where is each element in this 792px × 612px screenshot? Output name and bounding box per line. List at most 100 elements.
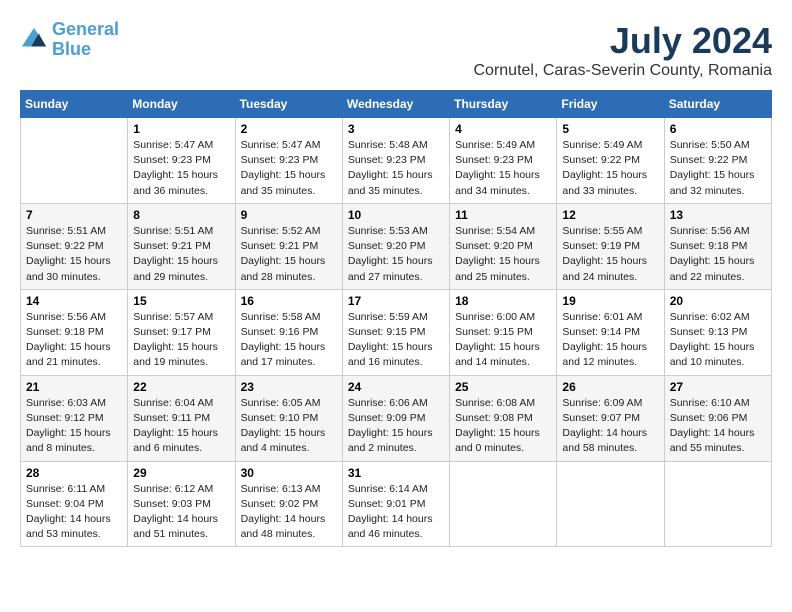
calendar-cell: 1 Sunrise: 5:47 AMSunset: 9:23 PMDaylight… (128, 118, 235, 204)
calendar-cell: 19Sunrise: 6:01 AMSunset: 9:14 PMDayligh… (557, 289, 664, 375)
day-info: Sunrise: 6:06 AMSunset: 9:09 PMDaylight:… (348, 396, 444, 457)
day-info: Sunrise: 6:13 AMSunset: 9:02 PMDaylight:… (241, 482, 337, 543)
calendar-cell: 27 Sunrise: 6:10 AMSunset: 9:06 PMDayligh… (664, 375, 771, 461)
day-info: Sunrise: 5:47 AMSunset: 9:23 PMDaylight:… (133, 138, 229, 199)
calendar-week-row: 14 Sunrise: 5:56 AMSunset: 9:18 PMDayligh… (21, 289, 772, 375)
calendar-table: SundayMondayTuesdayWednesdayThursdayFrid… (20, 90, 772, 547)
day-info: Sunrise: 5:51 AMSunset: 9:22 PMDaylight:… (26, 224, 122, 285)
logo-icon (20, 26, 48, 54)
day-info: Sunrise: 5:54 AMSunset: 9:20 PMDaylight:… (455, 224, 551, 285)
day-number: 29 (133, 466, 229, 480)
weekday-header: Tuesday (235, 91, 342, 118)
day-number: 5 (562, 122, 658, 136)
calendar-cell: 6 Sunrise: 5:50 AMSunset: 9:22 PMDaylight… (664, 118, 771, 204)
calendar-cell: 14 Sunrise: 5:56 AMSunset: 9:18 PMDayligh… (21, 289, 128, 375)
day-info: Sunrise: 6:03 AMSunset: 9:12 PMDaylight:… (26, 396, 122, 457)
calendar-week-row: 28 Sunrise: 6:11 AMSunset: 9:04 PMDayligh… (21, 461, 772, 547)
weekday-header: Saturday (664, 91, 771, 118)
calendar-cell: 24 Sunrise: 6:06 AMSunset: 9:09 PMDayligh… (342, 375, 449, 461)
day-number: 6 (670, 122, 766, 136)
day-number: 12 (562, 208, 658, 222)
page-header: GeneralBlue July 2024 Cornutel, Caras-Se… (20, 20, 772, 80)
day-number: 21 (26, 380, 122, 394)
day-number: 4 (455, 122, 551, 136)
calendar-cell: 18Sunrise: 6:00 AMSunset: 9:15 PMDayligh… (450, 289, 557, 375)
day-number: 30 (241, 466, 337, 480)
calendar-cell (450, 461, 557, 547)
day-info: Sunrise: 6:09 AMSunset: 9:07 PMDaylight:… (562, 396, 658, 457)
day-number: 24 (348, 380, 444, 394)
day-info: Sunrise: 5:53 AMSunset: 9:20 PMDaylight:… (348, 224, 444, 285)
calendar-cell: 16Sunrise: 5:58 AMSunset: 9:16 PMDayligh… (235, 289, 342, 375)
calendar-cell: 4 Sunrise: 5:49 AMSunset: 9:23 PMDaylight… (450, 118, 557, 204)
calendar-cell: 13Sunrise: 5:56 AMSunset: 9:18 PMDayligh… (664, 203, 771, 289)
day-number: 2 (241, 122, 337, 136)
day-info: Sunrise: 6:10 AMSunset: 9:06 PMDaylight:… (670, 396, 766, 457)
day-info: Sunrise: 6:04 AMSunset: 9:11 PMDaylight:… (133, 396, 229, 457)
weekday-header: Wednesday (342, 91, 449, 118)
day-number: 1 (133, 122, 229, 136)
day-info: Sunrise: 6:01 AMSunset: 9:14 PMDaylight:… (562, 310, 658, 371)
calendar-cell: 20 Sunrise: 6:02 AMSunset: 9:13 PMDayligh… (664, 289, 771, 375)
day-number: 17 (348, 294, 444, 308)
calendar-cell: 22 Sunrise: 6:04 AMSunset: 9:11 PMDayligh… (128, 375, 235, 461)
day-info: Sunrise: 5:56 AMSunset: 9:18 PMDaylight:… (26, 310, 122, 371)
calendar-cell: 29 Sunrise: 6:12 AMSunset: 9:03 PMDayligh… (128, 461, 235, 547)
weekday-header: Monday (128, 91, 235, 118)
logo: GeneralBlue (20, 20, 119, 60)
day-number: 28 (26, 466, 122, 480)
day-info: Sunrise: 6:11 AMSunset: 9:04 PMDaylight:… (26, 482, 122, 543)
calendar-cell (557, 461, 664, 547)
day-number: 7 (26, 208, 122, 222)
day-info: Sunrise: 6:02 AMSunset: 9:13 PMDaylight:… (670, 310, 766, 371)
day-number: 22 (133, 380, 229, 394)
day-info: Sunrise: 5:58 AMSunset: 9:16 PMDaylight:… (241, 310, 337, 371)
day-number: 20 (670, 294, 766, 308)
calendar-week-row: 1 Sunrise: 5:47 AMSunset: 9:23 PMDaylight… (21, 118, 772, 204)
calendar-cell: 8 Sunrise: 5:51 AMSunset: 9:21 PMDaylight… (128, 203, 235, 289)
day-info: Sunrise: 5:47 AMSunset: 9:23 PMDaylight:… (241, 138, 337, 199)
calendar-cell: 9 Sunrise: 5:52 AMSunset: 9:21 PMDaylight… (235, 203, 342, 289)
calendar-cell: 25Sunrise: 6:08 AMSunset: 9:08 PMDayligh… (450, 375, 557, 461)
day-number: 27 (670, 380, 766, 394)
calendar-cell: 15Sunrise: 5:57 AMSunset: 9:17 PMDayligh… (128, 289, 235, 375)
day-info: Sunrise: 6:05 AMSunset: 9:10 PMDaylight:… (241, 396, 337, 457)
calendar-cell: 11 Sunrise: 5:54 AMSunset: 9:20 PMDayligh… (450, 203, 557, 289)
day-info: Sunrise: 5:51 AMSunset: 9:21 PMDaylight:… (133, 224, 229, 285)
day-info: Sunrise: 6:12 AMSunset: 9:03 PMDaylight:… (133, 482, 229, 543)
calendar-header-row: SundayMondayTuesdayWednesdayThursdayFrid… (21, 91, 772, 118)
day-info: Sunrise: 5:56 AMSunset: 9:18 PMDaylight:… (670, 224, 766, 285)
day-info: Sunrise: 5:48 AMSunset: 9:23 PMDaylight:… (348, 138, 444, 199)
day-number: 14 (26, 294, 122, 308)
calendar-week-row: 7 Sunrise: 5:51 AMSunset: 9:22 PMDaylight… (21, 203, 772, 289)
day-info: Sunrise: 5:49 AMSunset: 9:23 PMDaylight:… (455, 138, 551, 199)
month-year: July 2024 (474, 20, 773, 62)
day-info: Sunrise: 5:49 AMSunset: 9:22 PMDaylight:… (562, 138, 658, 199)
calendar-cell (21, 118, 128, 204)
day-info: Sunrise: 5:59 AMSunset: 9:15 PMDaylight:… (348, 310, 444, 371)
day-number: 15 (133, 294, 229, 308)
weekday-header: Friday (557, 91, 664, 118)
calendar-cell: 21 Sunrise: 6:03 AMSunset: 9:12 PMDayligh… (21, 375, 128, 461)
calendar-week-row: 21 Sunrise: 6:03 AMSunset: 9:12 PMDayligh… (21, 375, 772, 461)
day-info: Sunrise: 5:52 AMSunset: 9:21 PMDaylight:… (241, 224, 337, 285)
calendar-cell: 5 Sunrise: 5:49 AMSunset: 9:22 PMDaylight… (557, 118, 664, 204)
calendar-cell: 23 Sunrise: 6:05 AMSunset: 9:10 PMDayligh… (235, 375, 342, 461)
calendar-cell (664, 461, 771, 547)
calendar-cell: 17 Sunrise: 5:59 AMSunset: 9:15 PMDayligh… (342, 289, 449, 375)
weekday-header: Thursday (450, 91, 557, 118)
day-number: 26 (562, 380, 658, 394)
day-number: 9 (241, 208, 337, 222)
day-number: 8 (133, 208, 229, 222)
day-number: 11 (455, 208, 551, 222)
day-info: Sunrise: 6:14 AMSunset: 9:01 PMDaylight:… (348, 482, 444, 543)
day-info: Sunrise: 5:50 AMSunset: 9:22 PMDaylight:… (670, 138, 766, 199)
day-number: 10 (348, 208, 444, 222)
day-number: 23 (241, 380, 337, 394)
weekday-header: Sunday (21, 91, 128, 118)
title-block: July 2024 Cornutel, Caras-Severin County… (474, 20, 773, 80)
calendar-cell: 26 Sunrise: 6:09 AMSunset: 9:07 PMDayligh… (557, 375, 664, 461)
calendar-cell: 3 Sunrise: 5:48 AMSunset: 9:23 PMDaylight… (342, 118, 449, 204)
calendar-cell: 12Sunrise: 5:55 AMSunset: 9:19 PMDayligh… (557, 203, 664, 289)
day-number: 3 (348, 122, 444, 136)
